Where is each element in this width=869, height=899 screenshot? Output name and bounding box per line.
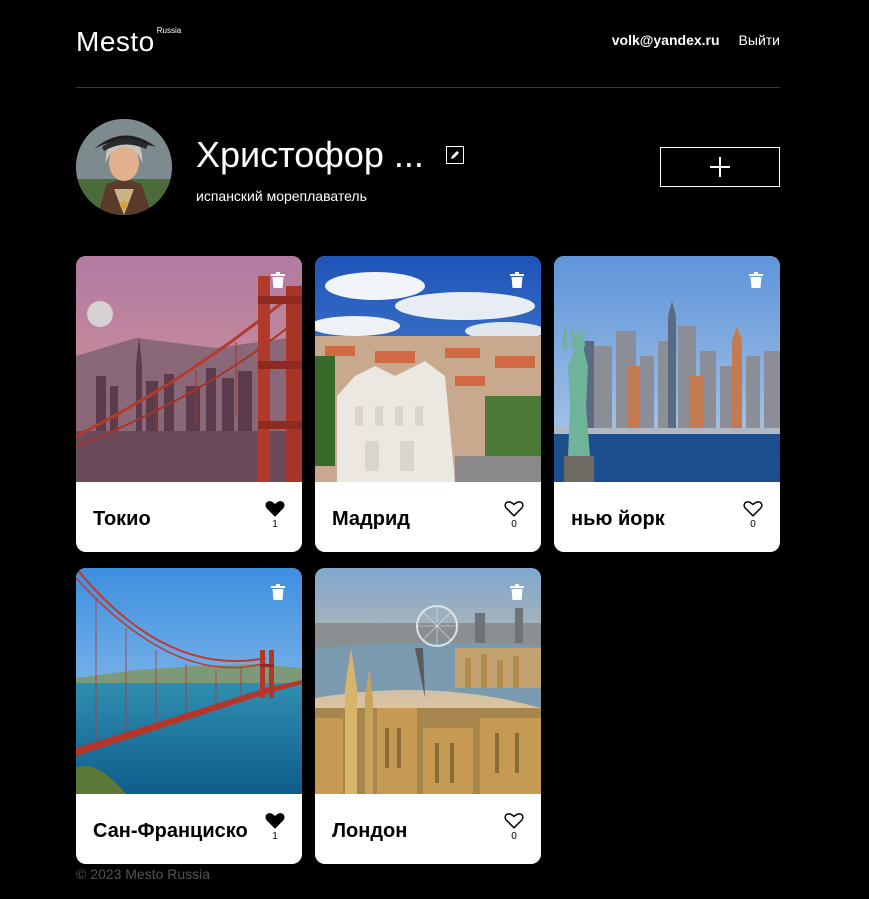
card-title: нью йорк bbox=[571, 508, 665, 530]
card-image[interactable] bbox=[76, 256, 302, 482]
heart-outline-icon[interactable] bbox=[504, 812, 524, 830]
card-image[interactable] bbox=[315, 568, 541, 794]
card-image[interactable] bbox=[554, 256, 780, 482]
heart-filled-icon[interactable] bbox=[265, 500, 285, 518]
trash-icon[interactable] bbox=[748, 272, 764, 288]
profile-info: Христофор ... испанский мореплаватель bbox=[196, 135, 464, 204]
like-group: 0 bbox=[503, 812, 525, 843]
avatar[interactable] bbox=[76, 119, 172, 215]
avatar-image bbox=[76, 119, 172, 215]
logout-link[interactable]: Выйти bbox=[739, 32, 780, 48]
heart-outline-icon[interactable] bbox=[743, 500, 763, 518]
logo[interactable]: Mesto Russia bbox=[76, 26, 181, 58]
like-count: 1 bbox=[272, 831, 278, 842]
trash-icon[interactable] bbox=[270, 272, 286, 288]
card: нью йорк 0 bbox=[554, 256, 780, 552]
card: Токио 1 bbox=[76, 256, 302, 552]
trash-icon[interactable] bbox=[270, 584, 286, 600]
card-title: Лондон bbox=[332, 820, 408, 842]
heart-filled-icon[interactable] bbox=[265, 812, 285, 830]
heart-outline-icon[interactable] bbox=[504, 500, 524, 518]
header-user: volk@yandex.ru Выйти bbox=[612, 32, 780, 48]
like-group: 1 bbox=[264, 500, 286, 531]
card: Лондон 0 bbox=[315, 568, 541, 864]
like-count: 0 bbox=[750, 519, 756, 530]
card: Сан-Франциско 1 bbox=[76, 568, 302, 864]
profile-about: испанский мореплаватель bbox=[196, 188, 367, 204]
edit-profile-button[interactable] bbox=[446, 146, 464, 164]
add-card-button[interactable] bbox=[660, 147, 780, 187]
like-count: 0 bbox=[511, 831, 517, 842]
card-image[interactable] bbox=[76, 568, 302, 794]
user-email: volk@yandex.ru bbox=[611, 32, 720, 48]
footer-copyright: © 2023 Mesto Russia bbox=[76, 866, 211, 882]
header: Mesto Russia volk@yandex.ru Выйти bbox=[76, 0, 780, 88]
card-title: Токио bbox=[93, 508, 151, 530]
trash-icon[interactable] bbox=[509, 584, 525, 600]
trash-icon[interactable] bbox=[509, 272, 525, 288]
logo-text: Mesto bbox=[76, 26, 155, 57]
like-count: 1 bbox=[272, 519, 278, 530]
profile: Христофор ... испанский мореплаватель bbox=[76, 119, 780, 215]
like-count: 0 bbox=[511, 519, 517, 530]
like-group: 1 bbox=[264, 812, 286, 843]
like-group: 0 bbox=[503, 500, 525, 531]
plus-icon bbox=[710, 157, 730, 177]
card-image[interactable] bbox=[315, 256, 541, 482]
like-group: 0 bbox=[742, 500, 764, 531]
card-title: Сан-Франциско bbox=[93, 820, 248, 842]
card-title: Мадрид bbox=[332, 508, 410, 530]
logo-subtitle: Russia bbox=[156, 26, 182, 35]
pencil-icon bbox=[451, 151, 459, 159]
profile-name: Христофор ... bbox=[196, 135, 424, 175]
card: Мадрид 0 bbox=[315, 256, 541, 552]
